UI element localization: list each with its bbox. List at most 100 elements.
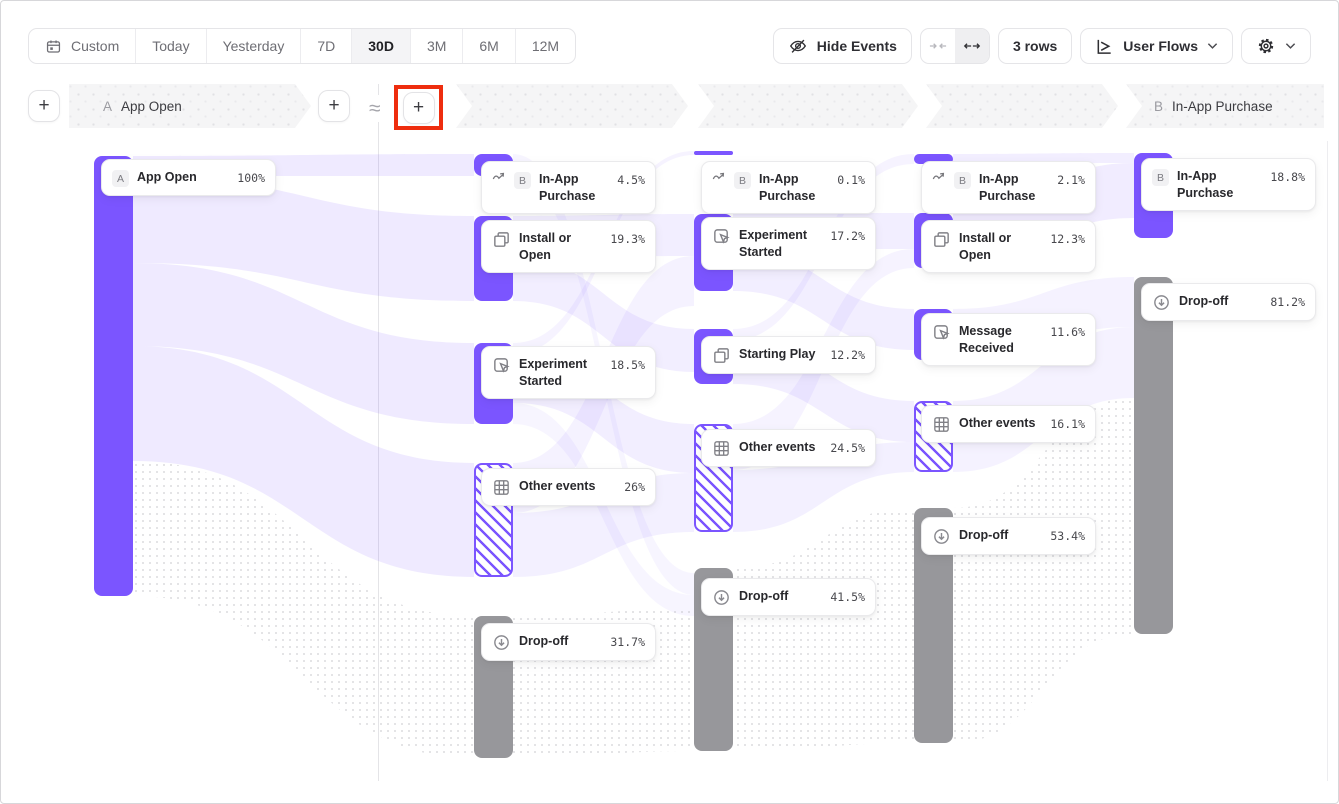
arrows-out-icon [963,40,981,52]
step-banner-in-app-purchase[interactable]: B In-App Purchase [1126,84,1324,128]
node-percentage: 53.4% [1050,527,1085,543]
date-range-selector: Custom Today Yesterday 7D 30D3M6M 12M [28,28,576,64]
node-percentage: 81.2% [1270,293,1305,309]
node-label: In-App Purchase [1177,168,1262,202]
date-range-label: Today [152,38,189,54]
view-selector-button[interactable]: User Flows [1080,28,1233,64]
arrows-in-icon [929,40,947,52]
node-card-other-events[interactable]: Other events24.5% [701,429,876,467]
node-card-install-or-open[interactable]: Install or Open 19.3% [481,220,656,273]
node-card-message-received[interactable]: Message Received 11.6% [921,313,1096,366]
node-percentage: 2.1% [1057,171,1085,187]
expand-width-button[interactable] [955,29,989,63]
chevron-down-icon [1285,42,1296,50]
node-label: App Open [137,169,229,186]
date-range-today[interactable]: Today [136,29,206,63]
toolbar: Custom Today Yesterday 7D 30D3M6M 12M Hide Ev… [28,28,1311,64]
node-percentage: 19.3% [610,230,645,246]
node-percentage: 100% [237,169,265,185]
settings-button[interactable] [1241,28,1311,64]
node-card-in-app-purchase[interactable]: BIn-App Purchase18.8% [1141,158,1316,211]
date-range-7d[interactable]: 7D [301,29,352,63]
width-toggle [920,28,990,64]
gear-icon [1256,36,1276,56]
hide-events-label: Hide Events [817,38,897,54]
cursor-click-icon [932,323,951,342]
collapse-width-button[interactable] [921,29,955,63]
grid-icon [712,439,731,458]
node-card-drop-off[interactable]: Drop-off41.5% [701,578,876,616]
node-card-in-app-purchase[interactable]: BIn-App Purchase0.1% [701,161,876,214]
node-card-in-app-purchase[interactable]: BIn-App Purchase2.1% [921,161,1096,214]
date-range-6m[interactable]: 6M [463,29,515,63]
node-label: Install or Open [519,230,602,264]
flow-ribbon [733,508,914,751]
date-range-label: 7D [317,38,335,54]
node-percentage: 16.1% [1050,415,1085,431]
date-range-label: 12M [532,38,559,54]
approx-symbol: ≈ [367,95,383,122]
node-label: Starting Play [739,346,822,363]
node-percentage: 31.7% [610,633,645,649]
date-range-yesterday[interactable]: Yesterday [207,29,302,63]
node-label: Experiment Started [519,356,602,390]
node-card-drop-off[interactable]: Drop-off 81.2% [1141,283,1316,321]
node-percentage: 18.8% [1270,168,1305,184]
squares-icon [932,230,951,249]
node-card-app-open[interactable]: A App Open 100% [101,159,276,196]
trend-arrow-icon [492,171,506,182]
user-flows-page: Custom Today Yesterday 7D 30D3M6M 12M Hide Ev… [0,0,1339,804]
node-card-starting-play[interactable]: Starting Play 12.2% [701,336,876,374]
step-banner-empty-2[interactable] [698,84,918,128]
cursor-click-icon [492,356,511,375]
node-card-drop-off[interactable]: Drop-off 31.7% [481,623,656,661]
node-card-in-app-purchase[interactable]: BIn-App Purchase4.5% [481,161,656,214]
step-label-in-app-purchase: In-App Purchase [1172,99,1273,114]
node-label: Drop-off [1179,293,1262,310]
date-range-3m[interactable]: 3M [411,29,463,63]
hide-events-button[interactable]: Hide Events [773,28,912,64]
add-step-button-highlighted[interactable]: + [403,92,435,124]
node-label: Message Received [959,323,1042,357]
node-card-experiment-started[interactable]: Experiment Started 18.5% [481,346,656,399]
flow-bar-in-app-purchase[interactable] [694,151,733,155]
node-card-other-events[interactable]: Other events16.1% [921,405,1096,443]
toolbar-right: Hide Events 3 rows User Flows [773,28,1311,64]
date-range-custom[interactable]: Custom [29,29,136,63]
squares-icon [492,230,511,249]
node-percentage: 41.5% [830,588,865,604]
step-badge-a: A [103,99,112,114]
trend-arrow-icon [712,171,726,182]
node-card-experiment-started[interactable]: Experiment Started17.2% [701,217,876,270]
chevron-down-icon [1207,42,1218,50]
node-label: Install or Open [959,230,1042,264]
node-label: Drop-off [519,633,602,650]
add-step-button-left[interactable]: + [28,90,60,122]
rows-button[interactable]: 3 rows [998,28,1072,64]
node-card-drop-off[interactable]: Drop-off53.4% [921,517,1096,555]
date-range-12m[interactable]: 12M [516,29,575,63]
flows-chart-icon [1095,37,1114,56]
trend-arrow-icon [932,171,946,182]
node-percentage: 11.6% [1050,323,1085,339]
step-banner-empty-1[interactable] [456,84,688,128]
cursor-click-icon [712,227,731,246]
rows-label: 3 rows [1013,38,1057,54]
step-banner-app-open[interactable]: A App Open [69,84,311,128]
flow-bar-drop-off[interactable] [1134,277,1173,634]
event-badge-a: A [112,170,129,187]
date-range-30d[interactable]: 30D [352,29,411,63]
node-percentage: 26% [624,478,645,494]
dropoff-icon [932,527,951,546]
step-banner-empty-3[interactable] [926,84,1118,128]
node-card-other-events[interactable]: Other events26% [481,468,656,506]
flow-bar-app-open[interactable] [94,156,133,596]
event-badge-b: B [514,172,531,189]
add-step-button-mid[interactable]: + [318,90,350,122]
node-card-install-or-open[interactable]: Install or Open12.3% [921,220,1096,273]
node-percentage: 12.2% [830,346,865,362]
view-label: User Flows [1123,38,1198,54]
node-label: Other events [739,439,822,456]
node-label: In-App Purchase [539,171,609,205]
node-percentage: 18.5% [610,356,645,372]
